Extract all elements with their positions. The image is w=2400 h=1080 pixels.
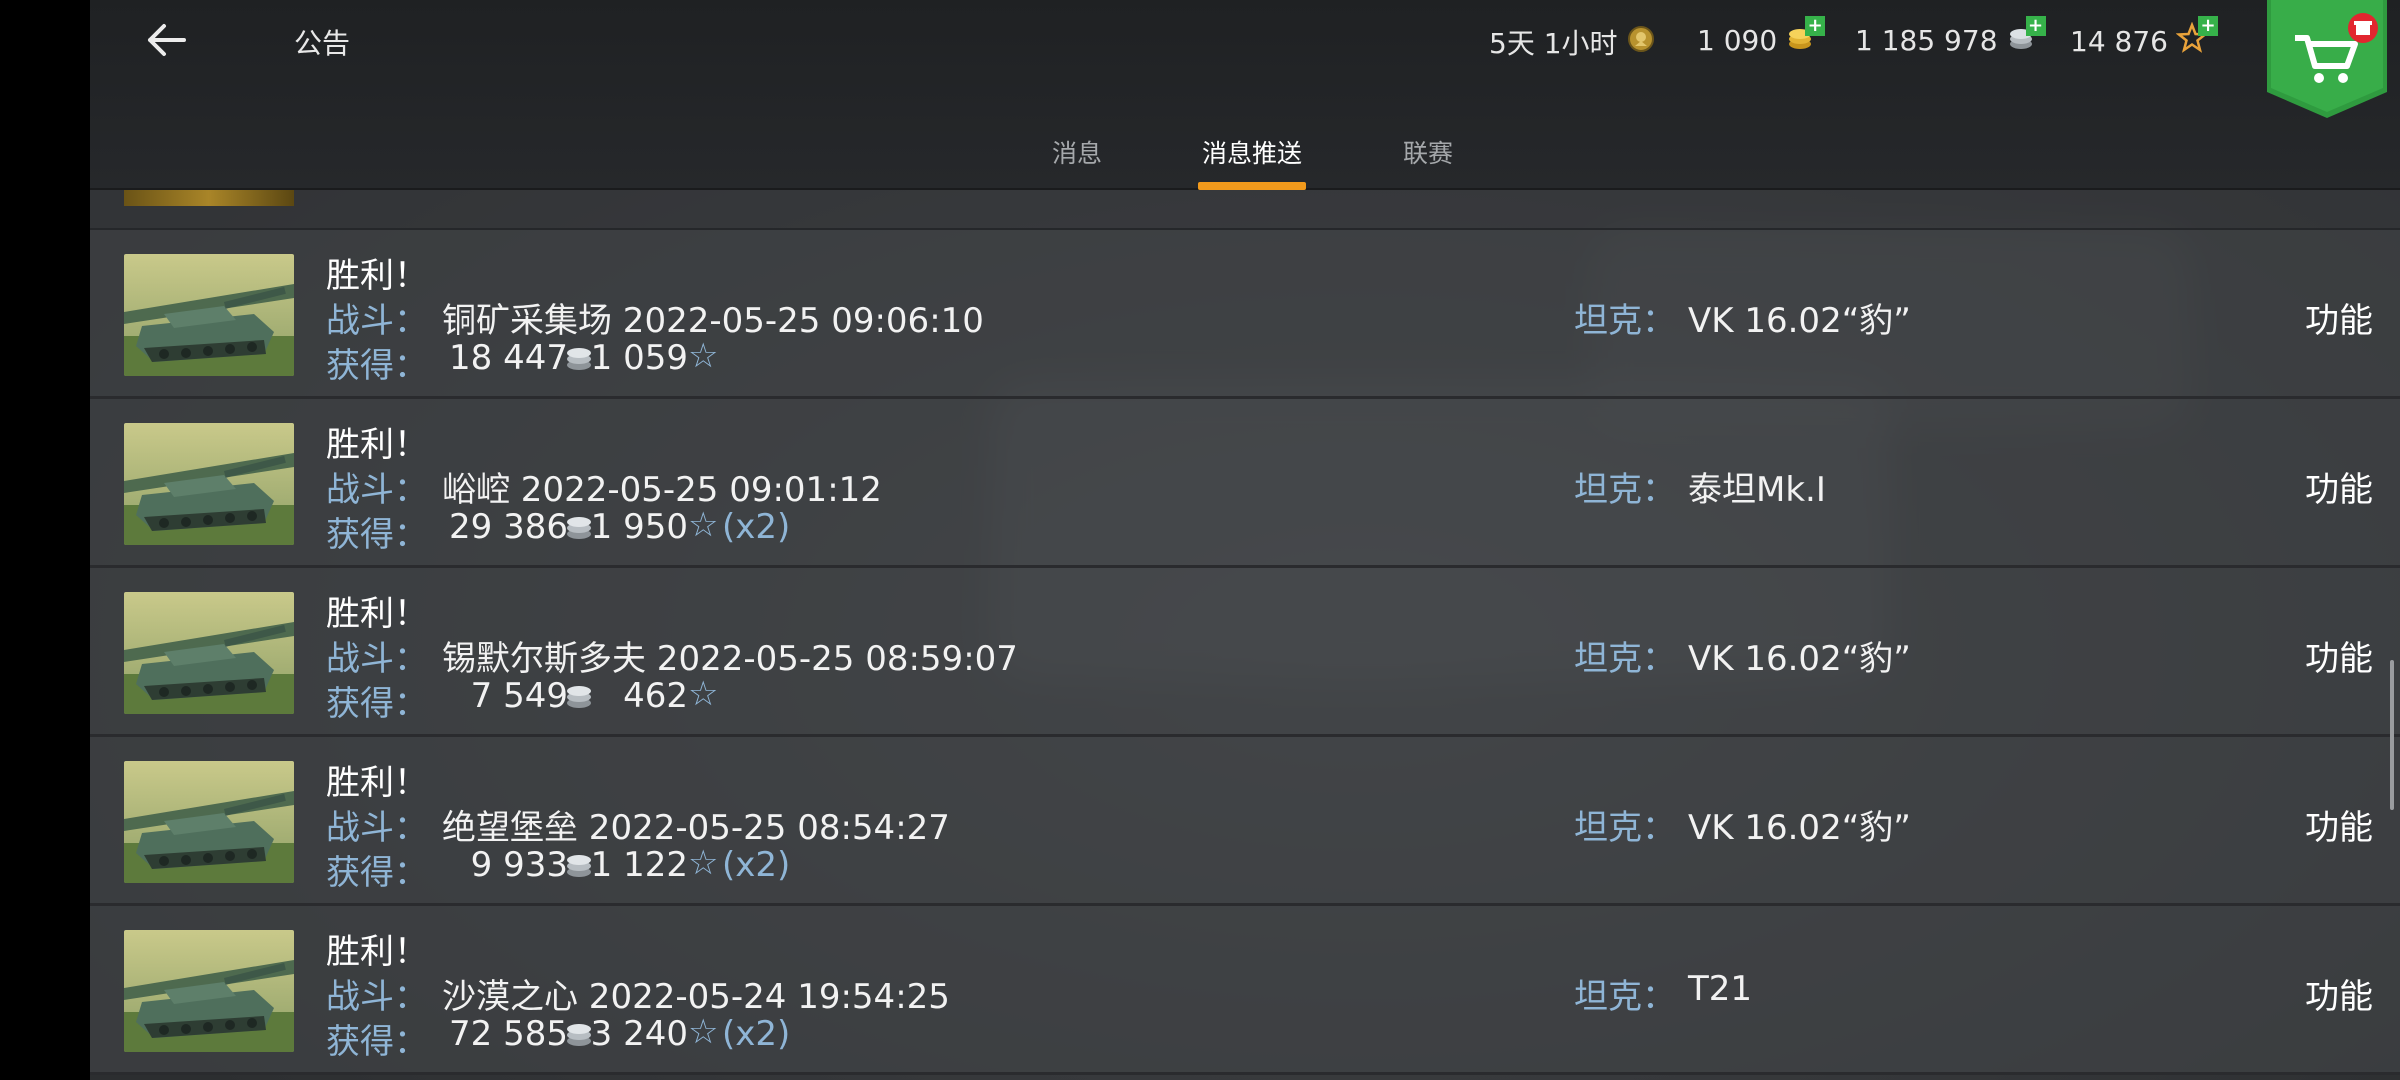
function-button[interactable]: 功能 (2305, 293, 2373, 342)
xp-earned: 3 240 (590, 1014, 688, 1054)
result-title: 胜利！ (326, 594, 428, 634)
shop-button[interactable] (2267, 0, 2387, 118)
silver-balance[interactable]: 1 185 978 + (1855, 16, 2046, 59)
battle-info: 绝望堡垒 2022-05-25 08:54:27 (442, 808, 950, 848)
tank-label: 坦克： (1574, 808, 1676, 848)
list-item[interactable]: 胜利！ 战斗： 铜矿采集场 2022-05-25 09:06:10 获得： 18… (90, 230, 2400, 399)
tank-thumbnail (124, 254, 294, 376)
battle-label: 战斗： (326, 470, 428, 510)
xp-multiplier: (x2) (722, 845, 791, 885)
list-item[interactable]: 胜利！ 战斗： 绝望堡垒 2022-05-25 08:54:27 获得： 9 9… (90, 737, 2400, 906)
battle-info: 铜矿采集场 2022-05-25 09:06:10 (442, 301, 984, 341)
result-title: 胜利！ (326, 932, 428, 972)
xp-multiplier: (x2) (722, 1014, 791, 1054)
tab-league[interactable]: 联赛 (1403, 134, 1453, 170)
arrow-left-icon (148, 24, 186, 56)
xp-earned: 462 (623, 676, 688, 716)
battle-info: 锡默尔斯多夫 2022-05-25 08:59:07 (442, 639, 1018, 679)
gold-amount: 1 090 (1697, 24, 1778, 57)
app-screen: 公告 5天 1小时 1 090 + 1 185 978 + 14 876 + 消… (90, 0, 2400, 1080)
tank-name: 泰坦Mk.I (1688, 470, 1826, 510)
battle-label: 战斗： (326, 977, 428, 1017)
free-xp-amount: 14 876 (2070, 25, 2168, 58)
tank-label: 坦克： (1574, 639, 1676, 679)
tank-thumbnail (124, 423, 294, 545)
gold-plus-icon[interactable]: + (1805, 16, 1826, 36)
list-item[interactable]: 胜利！ 战斗： 峪崆 2022-05-25 09:01:12 获得： 29 38… (90, 399, 2400, 568)
tank-thumbnail (124, 761, 294, 883)
xp-plus-icon[interactable]: + (2197, 16, 2218, 36)
credits-earned: 29 386 (449, 507, 568, 547)
active-tab-indicator (1198, 182, 1306, 190)
result-title: 胜利！ (326, 256, 428, 296)
tank-label: 坦克： (1574, 301, 1676, 341)
silver-plus-icon[interactable]: + (2025, 16, 2046, 36)
result-title: 胜利！ (326, 425, 428, 465)
tank-thumbnail (124, 592, 294, 714)
premium-timer-value: 5天 1小时 (1489, 27, 1618, 60)
xp-earned: 1 122 (590, 845, 688, 885)
gold-coin-icon: + (1785, 16, 1826, 59)
function-button[interactable]: 功能 (2305, 631, 2373, 680)
function-button[interactable]: 功能 (2305, 800, 2373, 849)
star-icon: ☆ (688, 505, 719, 545)
star-icon: + (2175, 16, 2218, 61)
top-bar: 公告 5天 1小时 1 090 + 1 185 978 + 14 876 + 消… (90, 0, 2400, 190)
tank-name: VK 16.02“豹” (1688, 808, 1911, 848)
star-icon: ☆ (688, 336, 719, 376)
credits-earned: 9 933 (470, 845, 568, 885)
silver-coin-icon: + (2006, 16, 2046, 59)
tank-name: T21 (1688, 969, 1753, 1009)
battle-info: 沙漠之心 2022-05-24 19:54:25 (442, 977, 950, 1017)
credits-earned: 18 447 (449, 338, 568, 378)
free-xp-balance[interactable]: 14 876 + (2070, 16, 2218, 61)
premium-timer[interactable]: 5天 1小时 (1489, 22, 1656, 62)
back-button[interactable] (136, 18, 208, 66)
list-item[interactable] (90, 190, 2400, 230)
premium-icon (1626, 24, 1656, 61)
silver-amount: 1 185 978 (1855, 24, 1998, 57)
credits-earned: 72 585 (449, 1014, 568, 1054)
result-title: 胜利！ (326, 763, 428, 803)
shopping-cart-icon (2267, 0, 2387, 118)
battle-label: 战斗： (326, 808, 428, 848)
star-icon: ☆ (688, 1012, 719, 1052)
function-button[interactable]: 功能 (2305, 462, 2373, 511)
tank-label: 坦克： (1574, 977, 1676, 1017)
battle-label: 战斗： (326, 301, 428, 341)
gold-balance[interactable]: 1 090 + (1697, 16, 1826, 59)
battle-info: 峪崆 2022-05-25 09:01:12 (442, 470, 882, 510)
list-item[interactable]: 胜利！ 战斗： 沙漠之心 2022-05-24 19:54:25 获得： 72 … (90, 906, 2400, 1075)
star-icon: ☆ (688, 843, 719, 883)
battle-label: 战斗： (326, 639, 428, 679)
list-item[interactable]: 胜利！ 战斗： 锡默尔斯多夫 2022-05-25 08:59:07 获得： 7… (90, 568, 2400, 737)
xp-earned: 1 059 (590, 338, 688, 378)
star-icon: ☆ (688, 674, 719, 714)
tank-label: 坦克： (1574, 470, 1676, 510)
credits-earned: 7 549 (470, 676, 568, 716)
xp-multiplier: (x2) (722, 507, 791, 547)
tank-name: VK 16.02“豹” (1688, 301, 1911, 341)
tank-name: VK 16.02“豹” (1688, 639, 1911, 679)
tab-message-push[interactable]: 消息推送 (1202, 134, 1302, 170)
scrollbar[interactable] (2390, 660, 2394, 810)
xp-earned: 1 950 (590, 507, 688, 547)
function-button[interactable]: 功能 (2305, 969, 2373, 1018)
tab-messages[interactable]: 消息 (1052, 134, 1102, 170)
tank-thumbnail (124, 930, 294, 1052)
page-title: 公告 (294, 27, 351, 60)
tank-thumbnail (124, 190, 294, 206)
